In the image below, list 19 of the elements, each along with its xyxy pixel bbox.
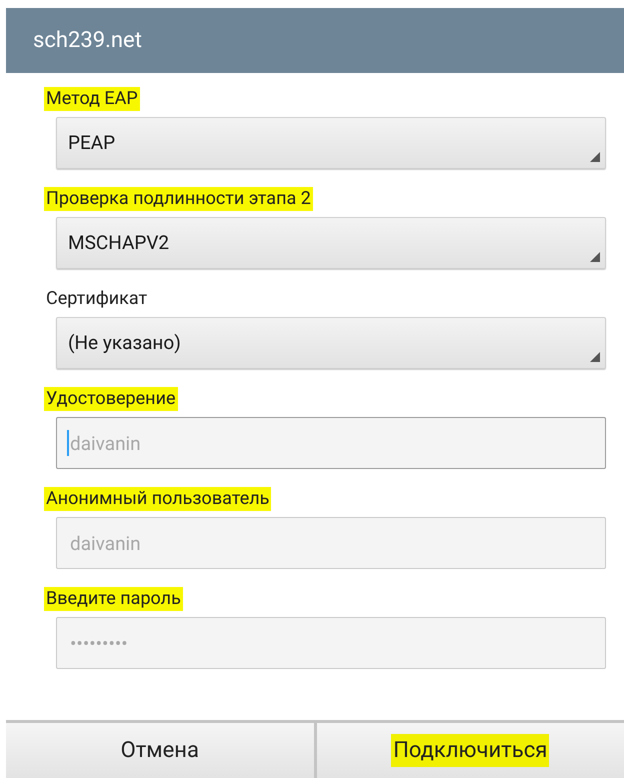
field-label: Метод EAP — [44, 87, 140, 111]
dialog-button[interactable]: Отмена — [6, 723, 314, 778]
dropdown[interactable]: (Не указано) — [56, 317, 606, 369]
dialog-button[interactable]: Подключиться — [316, 723, 624, 778]
dropdown-corner-icon — [590, 152, 600, 162]
window-title: sch239.net — [33, 27, 142, 55]
field-label: Сертификат — [45, 287, 148, 311]
dropdown[interactable]: PEAP — [56, 117, 606, 169]
input-field[interactable]: daivanin — [56, 517, 606, 569]
text-cursor — [67, 430, 69, 456]
field-label: Введите пароль — [44, 587, 183, 611]
dropdown[interactable]: MSCHAPV2 — [56, 217, 606, 269]
field-label: Проверка подлинности этапа 2 — [44, 187, 313, 211]
field-label: Удостоверение — [44, 387, 178, 411]
input-field[interactable]: ••••••••• — [56, 617, 606, 669]
dropdown-corner-icon — [590, 352, 600, 362]
field-label: Анонимный пользователь — [44, 487, 272, 511]
dropdown-corner-icon — [590, 252, 600, 262]
input-field[interactable]: daivanin — [56, 417, 606, 469]
